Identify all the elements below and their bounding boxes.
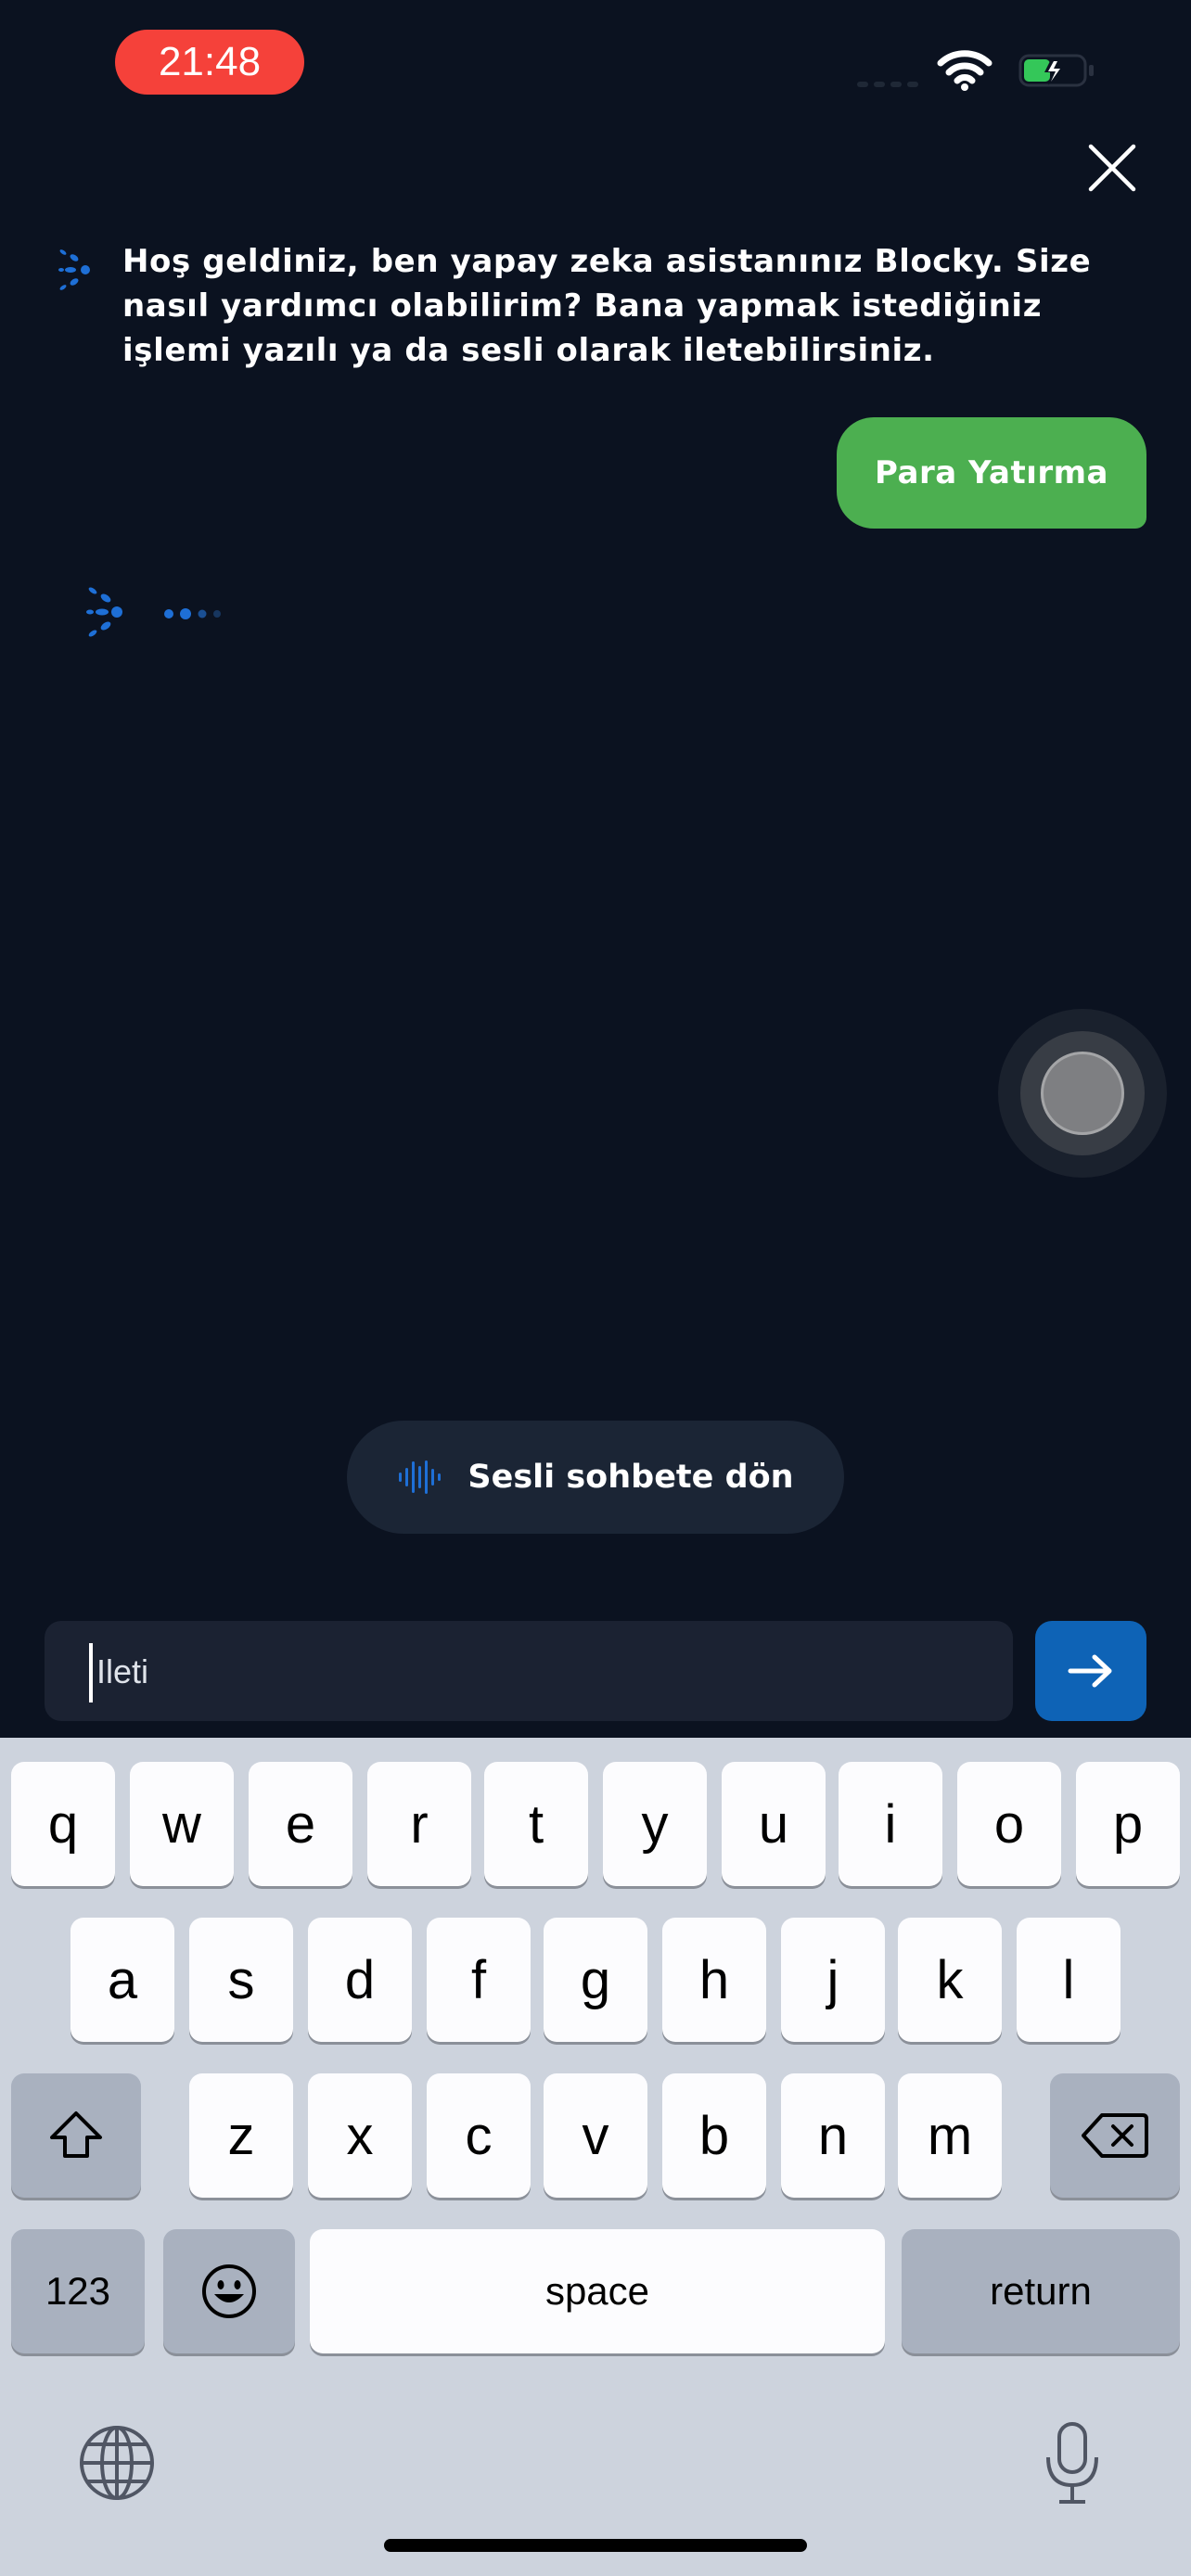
key-k[interactable]: k — [898, 1918, 1002, 2042]
key-e[interactable]: e — [249, 1762, 352, 1886]
globe-icon[interactable] — [78, 2424, 156, 2502]
key-n[interactable]: n — [781, 2073, 885, 2198]
blocky-avatar-icon — [58, 249, 90, 290]
shift-icon — [50, 2111, 102, 2158]
message-input[interactable] — [45, 1621, 1013, 1721]
wifi-icon — [937, 50, 992, 91]
backspace-icon — [1082, 2113, 1148, 2158]
user-message-bubble: Para Yatırma — [837, 417, 1146, 529]
voice-chat-label: Sesli sohbete dön — [467, 1459, 794, 1496]
key-p[interactable]: p — [1076, 1762, 1180, 1886]
key-g[interactable]: g — [544, 1918, 647, 2042]
battery-icon — [1018, 54, 1094, 87]
voice-chat-button[interactable]: Sesli sohbete dön — [347, 1421, 844, 1534]
emoji-key[interactable] — [163, 2229, 295, 2353]
send-button[interactable] — [1035, 1621, 1146, 1721]
key-s[interactable]: s — [189, 1918, 293, 2042]
key-r[interactable]: r — [367, 1762, 471, 1886]
key-t[interactable]: t — [484, 1762, 588, 1886]
key-h[interactable]: h — [662, 1918, 766, 2042]
key-a[interactable]: a — [70, 1918, 174, 2042]
space-key[interactable]: space — [310, 2229, 885, 2353]
return-key[interactable]: return — [902, 2229, 1180, 2353]
microphone-icon[interactable] — [1043, 2420, 1102, 2507]
key-c[interactable]: c — [427, 2073, 531, 2198]
key-o[interactable]: o — [957, 1762, 1061, 1886]
numbers-key[interactable]: 123 — [11, 2229, 145, 2353]
close-icon[interactable] — [1085, 141, 1139, 195]
key-m[interactable]: m — [898, 2073, 1002, 2198]
key-i[interactable]: i — [839, 1762, 942, 1886]
backspace-key[interactable] — [1050, 2073, 1180, 2198]
key-b[interactable]: b — [662, 2073, 766, 2198]
key-u[interactable]: u — [722, 1762, 826, 1886]
key-l[interactable]: l — [1017, 1918, 1121, 2042]
home-indicator[interactable] — [384, 2539, 807, 2552]
bot-message-text: Hoş geldiniz, ben yapay zeka asistanınız… — [122, 243, 1092, 369]
key-f[interactable]: f — [427, 1918, 531, 2042]
key-d[interactable]: d — [308, 1918, 412, 2042]
key-j[interactable]: j — [781, 1918, 885, 2042]
key-q[interactable]: q — [11, 1762, 115, 1886]
key-z[interactable]: z — [189, 2073, 293, 2198]
text-cursor — [89, 1643, 93, 1702]
typing-indicator — [164, 608, 221, 619]
sound-wave-icon — [399, 1460, 442, 1494]
emoji-icon — [202, 2264, 256, 2318]
key-y[interactable]: y — [603, 1762, 707, 1886]
key-w[interactable]: w — [130, 1762, 234, 1886]
keyboard: q w e r t y u i o p a s d f g h j k l z … — [0, 1738, 1191, 2576]
cellular-signal-icon — [857, 72, 924, 87]
key-v[interactable]: v — [544, 2073, 647, 2198]
message-input-value: Ileti — [96, 1652, 149, 1690]
key-x[interactable]: x — [308, 2073, 412, 2198]
status-time: 21:48 — [115, 30, 304, 95]
blocky-avatar-icon — [86, 587, 122, 637]
shift-key[interactable] — [11, 2073, 141, 2198]
assistive-touch-core — [1041, 1052, 1124, 1135]
arrow-right-icon — [1068, 1654, 1112, 1688]
